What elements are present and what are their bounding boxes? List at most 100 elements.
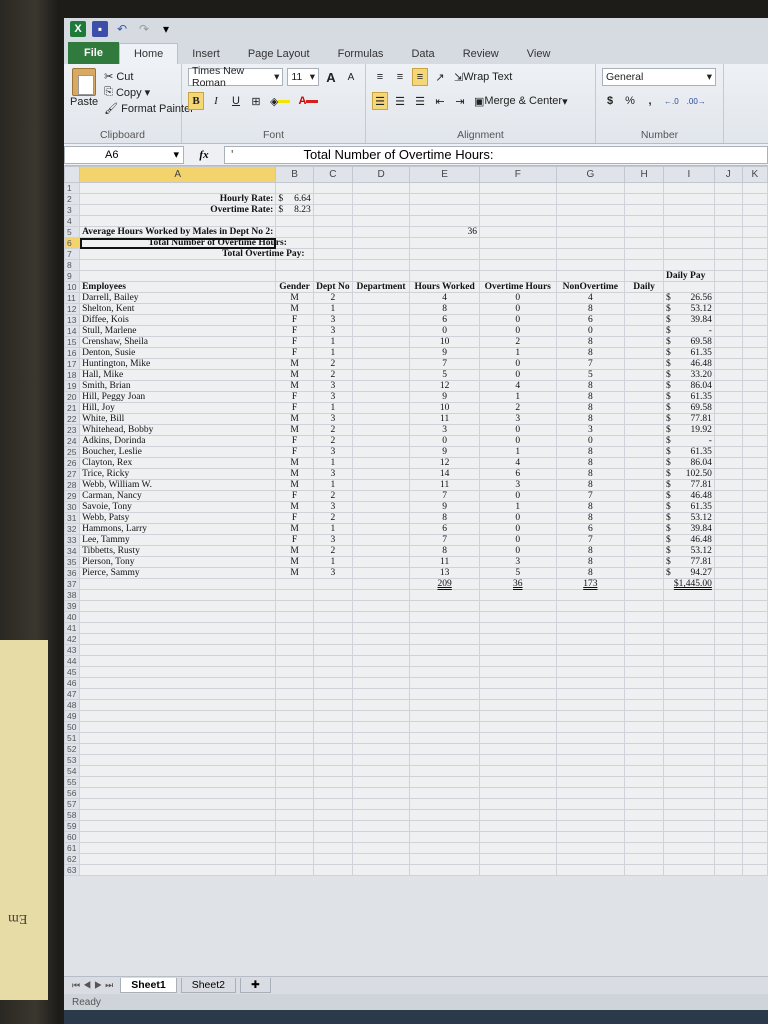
cell[interactable]: Huntington, Mike (79, 358, 277, 370)
cell[interactable] (713, 479, 743, 491)
cell[interactable] (409, 644, 480, 656)
cell[interactable]: 9 (409, 391, 480, 403)
cell[interactable] (713, 611, 743, 623)
cell[interactable] (624, 457, 665, 469)
cell[interactable] (741, 688, 768, 700)
cell[interactable]: $8.23 (275, 204, 314, 216)
cell[interactable] (79, 611, 277, 623)
cell[interactable] (79, 622, 277, 634)
cell[interactable]: $33.20 (663, 369, 715, 381)
row-header[interactable]: 4 (64, 215, 81, 227)
name-box[interactable]: A6 ▾ (64, 145, 184, 164)
cell[interactable] (79, 215, 277, 227)
cell[interactable] (351, 182, 411, 194)
row-header[interactable]: 8 (64, 259, 81, 271)
cell[interactable]: 8 (555, 446, 626, 458)
cell[interactable] (713, 589, 743, 601)
cell[interactable]: Webb, Patsy (79, 512, 277, 524)
cell[interactable]: 3 (555, 424, 626, 436)
cell[interactable] (351, 853, 411, 865)
cell[interactable] (275, 853, 314, 865)
cell[interactable]: Diffee, Kois (79, 314, 277, 326)
cell[interactable] (713, 688, 743, 700)
cell[interactable]: 0 (479, 490, 557, 502)
paste-button[interactable]: Paste (70, 68, 98, 127)
cell[interactable] (741, 732, 768, 744)
cell[interactable]: Hall, Mike (79, 369, 277, 381)
cell[interactable]: $77.81 (663, 479, 715, 491)
cell[interactable] (79, 798, 277, 810)
cell[interactable]: Hill, Peggy Joan (79, 391, 277, 403)
row-header[interactable]: 52 (64, 743, 81, 755)
cell[interactable] (713, 314, 743, 326)
cell[interactable] (351, 424, 411, 436)
cell[interactable]: Stull, Marlene (79, 325, 277, 337)
align-right-icon[interactable]: ☰ (412, 92, 428, 110)
row-header[interactable]: 7 (64, 248, 81, 260)
cell[interactable] (79, 270, 277, 282)
cell[interactable]: $69.58 (663, 336, 715, 348)
cell[interactable] (624, 479, 665, 491)
cell[interactable] (741, 633, 768, 645)
cell[interactable] (409, 204, 480, 216)
cell[interactable]: F (275, 336, 314, 348)
cell[interactable] (479, 743, 557, 755)
cell[interactable] (663, 182, 715, 194)
cell[interactable] (275, 622, 314, 634)
cell[interactable] (479, 765, 557, 777)
cell[interactable] (79, 666, 277, 678)
cell[interactable]: 3 (312, 380, 353, 392)
cell[interactable] (663, 215, 715, 227)
row-header[interactable]: 11 (64, 292, 81, 304)
cell[interactable] (713, 666, 743, 678)
cell[interactable] (555, 248, 626, 260)
cell[interactable] (312, 237, 353, 249)
cell[interactable] (624, 732, 665, 744)
cell[interactable] (741, 347, 768, 359)
cell[interactable]: 3 (312, 446, 353, 458)
cell[interactable]: $102.50 (663, 468, 715, 480)
cell[interactable] (624, 347, 665, 359)
cell[interactable] (409, 633, 480, 645)
cell[interactable] (663, 677, 715, 689)
cell[interactable] (409, 677, 480, 689)
cell[interactable] (741, 677, 768, 689)
cell[interactable] (275, 743, 314, 755)
cell[interactable] (275, 655, 314, 667)
cell[interactable] (713, 182, 743, 194)
cell[interactable] (624, 501, 665, 513)
cell[interactable] (312, 776, 353, 788)
row-header[interactable]: 16 (64, 347, 81, 359)
cell[interactable]: 7 (555, 358, 626, 370)
cell[interactable]: 1 (312, 402, 353, 414)
cell[interactable]: 3 (312, 567, 353, 579)
row-header[interactable]: 27 (64, 468, 81, 480)
cell[interactable]: F (275, 512, 314, 524)
cell[interactable] (555, 842, 626, 854)
cell[interactable] (79, 644, 277, 656)
column-header-i[interactable]: I (663, 166, 715, 183)
cell[interactable]: 0 (479, 292, 557, 304)
row-header[interactable]: 61 (64, 842, 81, 854)
cell[interactable] (741, 776, 768, 788)
cell[interactable]: 1 (479, 501, 557, 513)
cell[interactable] (555, 721, 626, 733)
cell[interactable] (624, 204, 665, 216)
insert-sheet-icon[interactable]: ✚ (239, 978, 271, 993)
cell[interactable]: 2 (312, 545, 353, 557)
cell[interactable] (713, 402, 743, 414)
row-header[interactable]: 51 (64, 732, 81, 744)
cell[interactable] (409, 270, 480, 282)
cell[interactable] (741, 193, 768, 205)
row-header[interactable]: 41 (64, 622, 81, 634)
cell[interactable] (624, 809, 665, 821)
cell[interactable] (351, 270, 411, 282)
cell[interactable] (713, 798, 743, 810)
cell[interactable] (555, 204, 626, 216)
cell[interactable] (713, 204, 743, 216)
cell[interactable] (741, 358, 768, 370)
row-header[interactable]: 1 (64, 182, 81, 194)
cell[interactable] (663, 842, 715, 854)
cell[interactable] (741, 369, 768, 381)
cell[interactable] (624, 721, 665, 733)
